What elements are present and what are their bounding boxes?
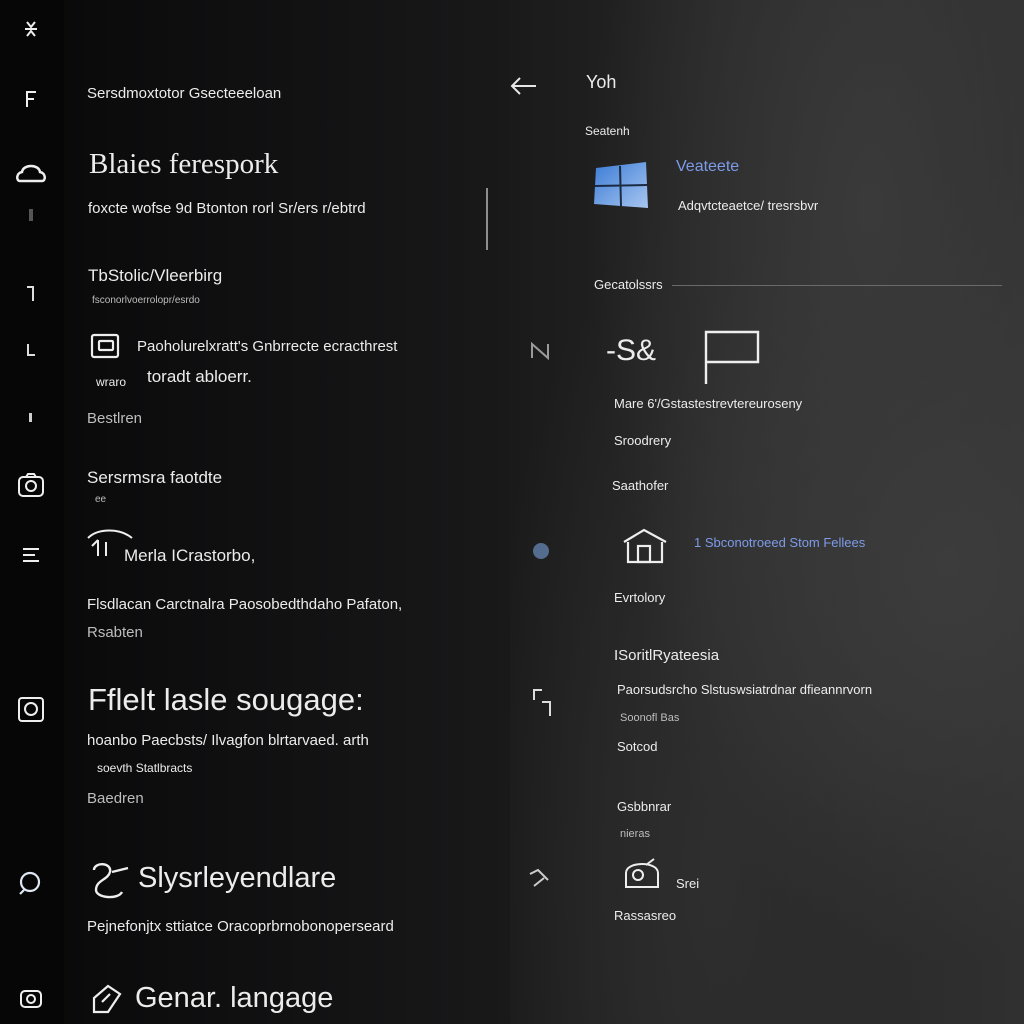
section-heading: Fflelt lasle sougage: — [88, 682, 364, 717]
flag-icon — [700, 328, 762, 388]
header-label: Sersdmoxtotor Gsecteeeloan — [87, 85, 282, 102]
section-heading-2: Slysrleyendlare — [138, 862, 337, 894]
right-panel — [510, 0, 1024, 1024]
right-section-label: Seatenh — [585, 124, 630, 138]
mic-icon — [526, 866, 554, 892]
home-icon — [620, 526, 670, 566]
right-section-sub: Soonofl Bas — [620, 712, 680, 724]
l-icon[interactable] — [14, 333, 48, 367]
right-label-c: Evrtolory — [614, 590, 666, 605]
shield-icon — [528, 538, 554, 564]
list-item-footer-2: Rsabten — [87, 624, 143, 641]
symbol-glyph: -S& — [606, 334, 657, 367]
list-item-text-2: toradt abloerr. — [147, 367, 252, 386]
f-icon[interactable] — [14, 82, 48, 116]
camera-icon[interactable] — [14, 692, 48, 726]
n-icon — [528, 340, 554, 362]
dot-small-icon[interactable] — [14, 400, 48, 434]
bracket-icon — [530, 686, 556, 720]
link-line[interactable]: 1 Sbconotroeed Stom Fellees — [694, 535, 865, 550]
section-heading-3: Genar. langage — [135, 982, 334, 1014]
gallery-icon[interactable] — [14, 982, 48, 1016]
right-section-tag: Sotcod — [617, 739, 658, 754]
section-subtitle: fsconorlvoerrolopr/esrdo — [92, 295, 200, 306]
right-section-title: ISoritlRyateesia — [614, 647, 720, 664]
pin-icon[interactable] — [14, 276, 48, 310]
chat-icon — [89, 333, 129, 363]
photo-icon[interactable] — [14, 468, 48, 502]
back-arrow-icon[interactable] — [508, 72, 540, 100]
section-title[interactable]: TbStolic/Vleerbirg — [88, 266, 222, 286]
list-item-footer-3: Baedren — [87, 790, 144, 807]
edit-icon — [88, 980, 128, 1016]
section-subtitle-2: ee — [95, 494, 107, 505]
search-icon[interactable] — [14, 866, 48, 900]
subtitle-line: foxcte wofse 9d Btonton rorl Sr/ers r/eb… — [88, 200, 366, 217]
bug-icon[interactable] — [14, 12, 48, 46]
app-description: Adqvtcteaetce/ tresrsbvr — [678, 198, 819, 213]
right-label-d: Gsbbnrar — [617, 799, 672, 814]
app-logo-icon — [590, 158, 654, 214]
list-item-tag: wraro — [96, 375, 127, 389]
list-item-footer: Bestlren — [87, 410, 143, 427]
app-name[interactable]: Veateete — [676, 158, 739, 176]
right-section-line: Paorsudsrcho Slstuswsiatrdnar dfieannrvo… — [617, 682, 873, 697]
list-item-line-2: hoanbo Paecbsts/ Ilvagfon blrtarvaed. ar… — [87, 732, 369, 749]
text-cursor — [486, 188, 488, 250]
info-line: Mare 6'/Gstastestrevtereuroseny — [614, 396, 803, 411]
right-item-label: Srei — [676, 876, 700, 891]
list-item-text[interactable]: Paoholurelxratt's Gnbrrecte ecracthrest — [137, 338, 397, 355]
pot-icon — [620, 855, 664, 895]
right-label-d-sub: nieras — [620, 828, 650, 840]
list-icon[interactable] — [14, 538, 48, 572]
right-label-b: Saathofer — [612, 478, 669, 493]
brand-icon — [88, 860, 132, 902]
list-item-line-3: Pejnefonjtx sttiatce Oracoprbrnobonopers… — [87, 918, 394, 935]
list-item-title[interactable]: Merla ICrastorbo, — [124, 546, 255, 566]
back-label[interactable]: Yoh — [586, 72, 616, 93]
page-title: Blaies ferespork — [89, 148, 279, 180]
section-title-2[interactable]: Sersrmsra faotdte — [87, 468, 222, 488]
right-label-a: Sroodrery — [614, 433, 672, 448]
icon-rail — [0, 0, 64, 1024]
cloud-icon[interactable] — [14, 156, 48, 190]
list-item-line: Flsdlacan Carctnalra Paosobedthdaho Pafa… — [87, 596, 403, 613]
right-section-label-2: Gecatolssrs — [594, 277, 663, 292]
section-divider — [672, 285, 1002, 286]
dot-icon[interactable] — [14, 198, 48, 232]
list-item-sub: soevth Statlbracts — [97, 761, 193, 775]
right-item-footer: Rassasreo — [614, 908, 677, 923]
